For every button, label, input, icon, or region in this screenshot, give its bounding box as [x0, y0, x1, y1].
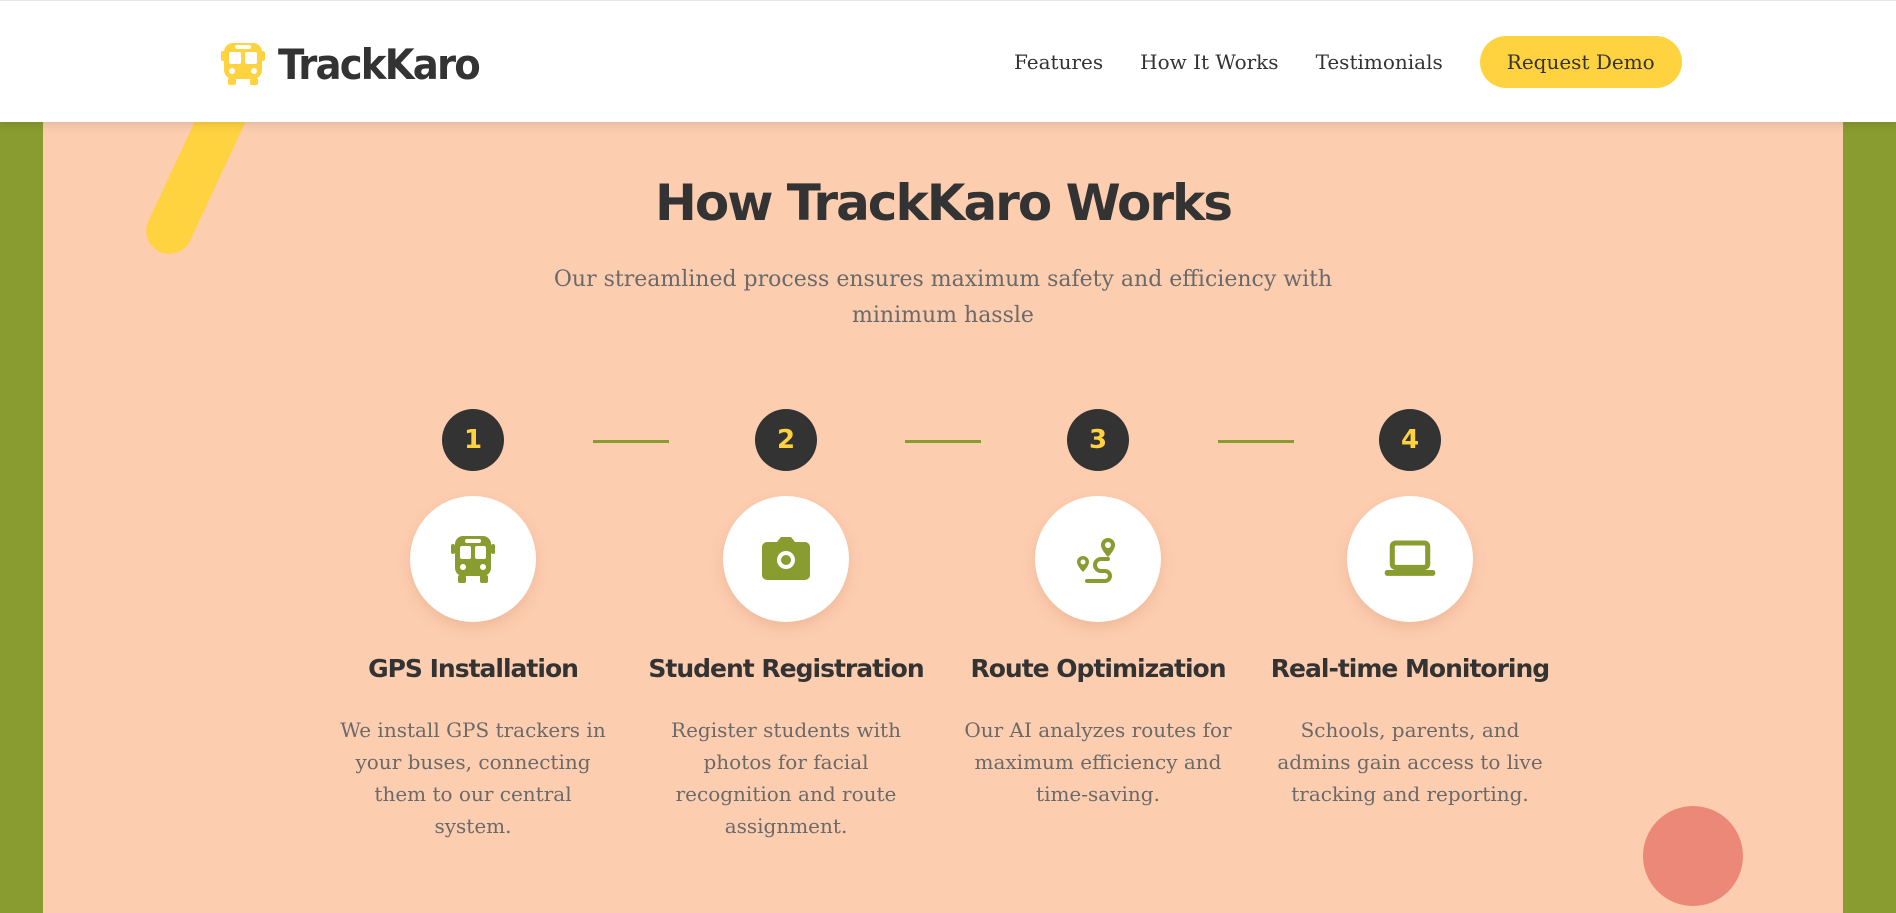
step-number-3: 3 [1067, 409, 1129, 471]
laptop-icon [1384, 540, 1436, 576]
nav-link-how-it-works[interactable]: How It Works [1140, 36, 1278, 88]
step-number-1: 1 [442, 409, 504, 471]
nav-link-testimonials[interactable]: Testimonials [1316, 36, 1443, 88]
step-description-2: Register students with photos for facial… [671, 718, 901, 838]
section-subtitle: Our streamlined process ensures maximum … [553, 267, 1333, 328]
step-icon-circle [1035, 496, 1161, 622]
step-connector [593, 440, 669, 443]
step-title-4: Real-time Monitoring [1270, 654, 1550, 683]
step-title-3: Route Optimization [970, 654, 1226, 683]
camera-icon [762, 537, 810, 580]
step-number-4: 4 [1379, 409, 1441, 471]
how-it-works-section: How TrackKaro Works Our streamlined proc… [43, 122, 1843, 913]
decorative-coral-circle [1643, 806, 1743, 906]
logo-link[interactable]: TrackKaro [220, 39, 496, 89]
logo-text: TrackKaro [278, 39, 481, 89]
step-icon-circle [723, 496, 849, 622]
bus-icon [451, 536, 495, 583]
bus-logo-icon [221, 43, 265, 85]
site-header: TrackKaro Features How It Works Testimon… [0, 0, 1896, 122]
route-icon [1077, 538, 1115, 583]
step-connector [1218, 440, 1294, 443]
step-number-2: 2 [755, 409, 817, 471]
step-icon-circle [1347, 496, 1473, 622]
step-description-4: Schools, parents, and admins gain access… [1277, 718, 1543, 806]
step-connector [905, 440, 981, 443]
nav-link-features[interactable]: Features [1014, 36, 1103, 88]
step-title-2: Student Registration [648, 654, 924, 683]
request-demo-button[interactable]: Request Demo [1479, 36, 1682, 88]
step-description-3: Our AI analyzes routes for maximum effic… [964, 718, 1232, 806]
step-title-1: GPS Installation [368, 654, 579, 683]
step-icon-circle [410, 496, 536, 622]
step-description-1: We install GPS trackers in your buses, c… [340, 718, 606, 838]
main-nav: Features How It Works Testimonials Reque… [1014, 36, 1682, 88]
section-title: How TrackKaro Works [655, 174, 1233, 232]
